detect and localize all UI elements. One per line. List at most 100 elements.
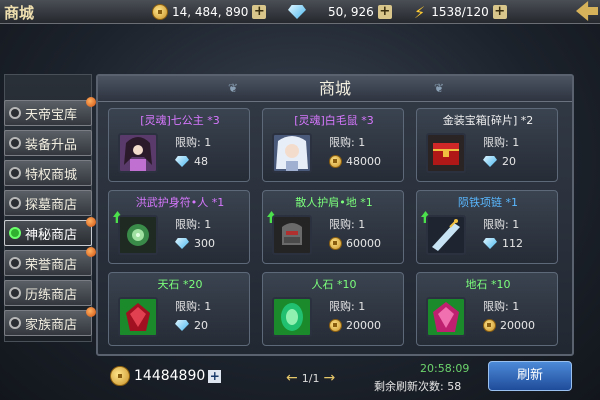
radio-icon (9, 167, 21, 179)
sidebar-item-family-shop[interactable]: 家族商店 (4, 307, 96, 336)
top-bar: 商城 14, 484, 890 + 50, 926 + ⚡ 1538/120 + (0, 0, 600, 24)
item-name: 天石 *20 (157, 278, 203, 291)
purchase-limit: 限购: 1 (483, 300, 520, 313)
shop-item-card[interactable]: 洪武护身符•人 *1 限购: 1 300 (108, 190, 250, 264)
item-price: 48000 (329, 155, 381, 168)
price-value: 20000 (500, 319, 535, 332)
radio-icon (9, 287, 21, 299)
shop-item-card[interactable]: 地石 *10 限购: 1 20000 (416, 272, 558, 346)
sidebar-item-honor-shop[interactable]: 荣誉商店 (4, 247, 96, 276)
ornament-right-icon: ❦ (433, 81, 445, 95)
white-hair-hero-portrait-icon (272, 133, 312, 173)
sidebar-item-tomb-shop[interactable]: 探墓商店 (4, 190, 92, 216)
sidebar-item-label: 历练商店 (25, 287, 78, 303)
item-price: 20 (483, 155, 516, 168)
refresh-count-label: 剩余刷新次数: (374, 380, 444, 393)
item-name: [灵魂]七公主 *3 (140, 114, 220, 127)
notification-dot-icon (86, 97, 96, 107)
diamond-icon (483, 156, 497, 167)
gold-total-value: 14484890 (134, 368, 206, 384)
shop-item-card[interactable]: 人石 *10 限购: 1 20000 (262, 272, 404, 346)
shop-item-card[interactable]: 金装宝箱[碎片] *2 限购: 1 20 (416, 108, 558, 182)
gold-coin-icon (110, 366, 130, 386)
sidebar-item-privilege-shop[interactable]: 特权商城 (4, 160, 92, 186)
shop-item-card[interactable]: 陨铁项链 *1 限购: 1 112 (416, 190, 558, 264)
radio-icon (9, 257, 21, 269)
radio-icon (9, 107, 21, 119)
refresh-button[interactable]: 刷新 (488, 361, 572, 391)
gold-resource: 14, 484, 890 + (152, 3, 267, 21)
item-price: 300 (175, 237, 215, 250)
female-hero-portrait-icon (118, 133, 158, 173)
sidebar-item-label: 特权商城 (25, 167, 78, 183)
pink-earth-stone-icon (426, 297, 466, 337)
shop-panel: ❦ 商城 ❦ [灵魂]七公主 *3 限购: 1 48 [灵魂]白毛鼠 *3 限购… (96, 74, 574, 356)
add-stamina-button[interactable]: + (492, 5, 507, 19)
shop-item-card[interactable]: [灵魂]七公主 *3 限购: 1 48 (108, 108, 250, 182)
refresh-timer: 20:58:09 (420, 362, 470, 375)
purchase-limit: 限购: 1 (329, 136, 366, 149)
radio-icon (9, 227, 21, 239)
sidebar-item-label: 荣誉商店 (25, 257, 78, 273)
sidebar-item-tiandi-treasury[interactable]: 天帝宝库 (4, 97, 96, 126)
diamond-icon (175, 320, 189, 331)
add-diamond-button[interactable]: + (377, 5, 392, 19)
sidebar-item-equipment-upgrade[interactable]: 装备升品 (4, 130, 92, 156)
add-gold-button[interactable]: + (208, 369, 222, 383)
refresh-count-value: 58 (447, 380, 462, 393)
sidebar-item-label: 探墓商店 (25, 197, 78, 213)
purchase-limit: 限购: 1 (175, 136, 212, 149)
sidebar-item-training-shop[interactable]: 历练商店 (4, 280, 92, 306)
purchase-limit: 限购: 1 (483, 218, 520, 231)
red-heaven-stone-icon (118, 297, 158, 337)
crystal-necklace-icon (426, 215, 466, 255)
item-name: 人石 *10 (311, 278, 357, 291)
diamond-icon (483, 238, 497, 249)
green-human-stone-icon (272, 297, 312, 337)
purchase-limit: 限购: 1 (175, 300, 212, 313)
next-page-arrow-icon[interactable]: → (323, 370, 335, 386)
red-treasure-chest-icon (426, 133, 466, 173)
notification-dot-icon (86, 247, 96, 257)
purchase-limit: 限购: 1 (329, 218, 366, 231)
refresh-count: 剩余刷新次数: 58 (374, 378, 461, 394)
price-value: 20000 (346, 319, 381, 332)
item-price: 48 (175, 155, 208, 168)
price-value: 20 (194, 319, 208, 332)
shop-item-card[interactable]: 天石 *20 限购: 1 20 (108, 272, 250, 346)
shop-item-card[interactable]: 散人护肩•地 *1 限购: 1 60000 (262, 190, 404, 264)
diamond-icon (175, 238, 189, 249)
item-name: 洪武护身符•人 *1 (135, 196, 225, 209)
sidebar-item-label: 神秘商店 (25, 227, 78, 243)
lightning-icon: ⚡ (414, 2, 426, 22)
item-price: 112 (483, 237, 523, 250)
sidebar-item-mystery-shop[interactable]: 神秘商店 (4, 217, 96, 246)
purchase-limit: 限购: 1 (329, 300, 366, 313)
stamina-resource: ⚡ 1538/120 + (414, 2, 507, 22)
pagination: ← 1/1 → (282, 370, 339, 386)
shop-item-card[interactable]: [灵魂]白毛鼠 *3 限购: 1 48000 (262, 108, 404, 182)
page-indicator: 1/1 (301, 371, 320, 385)
radio-icon (9, 317, 21, 329)
gold-coin-icon (329, 155, 342, 168)
gold-amount: 14, 484, 890 (172, 5, 249, 19)
panel-title: 商城 (318, 79, 351, 98)
add-gold-button[interactable]: + (252, 5, 267, 19)
bottom-bar: 14484890 + ← 1/1 → 20:58:09 剩余刷新次数: 58 刷… (96, 358, 574, 398)
ornament-left-icon: ❦ (227, 81, 239, 95)
price-value: 48 (194, 155, 208, 168)
item-name: 散人护肩•地 *1 (295, 196, 373, 209)
price-value: 300 (194, 237, 215, 250)
notification-dot-icon (86, 307, 96, 317)
notification-dot-icon (86, 217, 96, 227)
item-name: [灵魂]白毛鼠 *3 (294, 114, 374, 127)
sidebar-item-label: 家族商店 (25, 317, 78, 333)
prev-page-arrow-icon[interactable]: ← (286, 370, 298, 386)
item-name: 陨铁项链 *1 (458, 196, 518, 209)
back-arrow-icon[interactable] (576, 1, 598, 21)
item-name: 金装宝箱[碎片] *2 (442, 114, 534, 127)
diamond-resource: 50, 926 + (288, 3, 392, 21)
item-name: 地石 *10 (465, 278, 511, 291)
price-value: 20 (502, 155, 516, 168)
item-price: 20000 (483, 319, 535, 332)
